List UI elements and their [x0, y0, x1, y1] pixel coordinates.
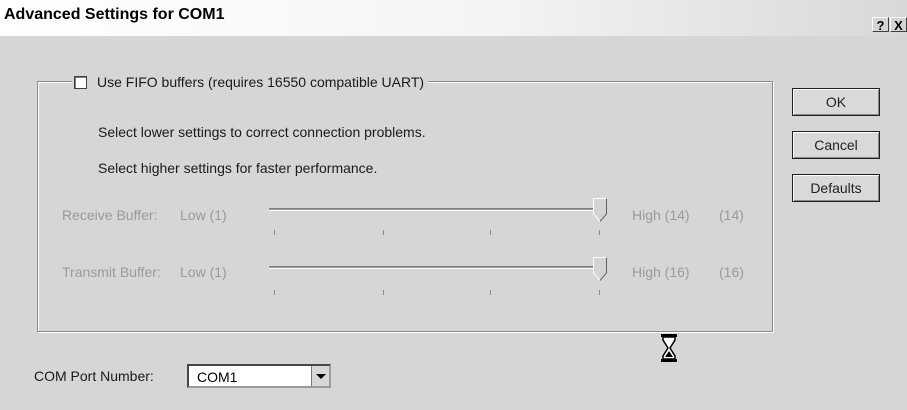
advanced-settings-dialog: Advanced Settings for COM1 ? X Use FIFO … — [0, 0, 907, 410]
receive-buffer-value: (14) — [719, 207, 744, 223]
receive-buffer-thumb[interactable] — [593, 198, 607, 222]
com-port-label: COM Port Number: — [34, 368, 154, 384]
receive-buffer-track[interactable] — [269, 208, 607, 211]
receive-tick — [274, 230, 275, 235]
com-port-selected-value[interactable]: COM1 — [197, 369, 237, 385]
window-title: Advanced Settings for COM1 — [4, 6, 225, 23]
transmit-buffer-high-label: High (16) — [632, 264, 690, 280]
receive-tick — [599, 230, 600, 235]
transmit-tick — [599, 290, 600, 295]
hint-higher-text: Select higher settings for faster perfor… — [98, 160, 378, 176]
transmit-buffer-track[interactable] — [269, 266, 607, 269]
transmit-buffer-low-label: Low (1) — [180, 264, 227, 280]
fifo-checkbox-label[interactable]: Use FIFO buffers (requires 16550 compati… — [97, 74, 424, 90]
hint-lower-text: Select lower settings to correct connect… — [98, 124, 426, 140]
receive-buffer-low-label: Low (1) — [180, 207, 227, 223]
receive-buffer-high-label: High (14) — [632, 207, 690, 223]
ok-button[interactable]: OK — [792, 88, 880, 116]
defaults-button[interactable]: Defaults — [792, 174, 880, 202]
receive-buffer-label: Receive Buffer: — [62, 207, 158, 223]
transmit-buffer-value: (16) — [719, 264, 744, 280]
transmit-tick — [274, 290, 275, 295]
com-port-dropdown-button[interactable] — [311, 366, 329, 386]
receive-tick — [490, 230, 491, 235]
title-bar: Advanced Settings for COM1 ? X — [0, 0, 907, 36]
hourglass-icon — [661, 334, 677, 362]
fifo-checkbox[interactable] — [74, 75, 87, 89]
help-button[interactable]: ? — [872, 17, 889, 33]
com-port-select[interactable]: COM1 — [187, 364, 331, 388]
transmit-tick — [383, 290, 384, 295]
fifo-checkbox-row[interactable]: Use FIFO buffers (requires 16550 compati… — [72, 73, 429, 91]
chevron-down-icon[interactable] — [312, 366, 330, 386]
transmit-buffer-label: Transmit Buffer: — [62, 264, 161, 280]
receive-tick — [383, 230, 384, 235]
transmit-buffer-thumb[interactable] — [593, 257, 607, 281]
transmit-tick — [490, 290, 491, 295]
close-button[interactable]: X — [890, 17, 907, 33]
cancel-button[interactable]: Cancel — [792, 131, 880, 159]
